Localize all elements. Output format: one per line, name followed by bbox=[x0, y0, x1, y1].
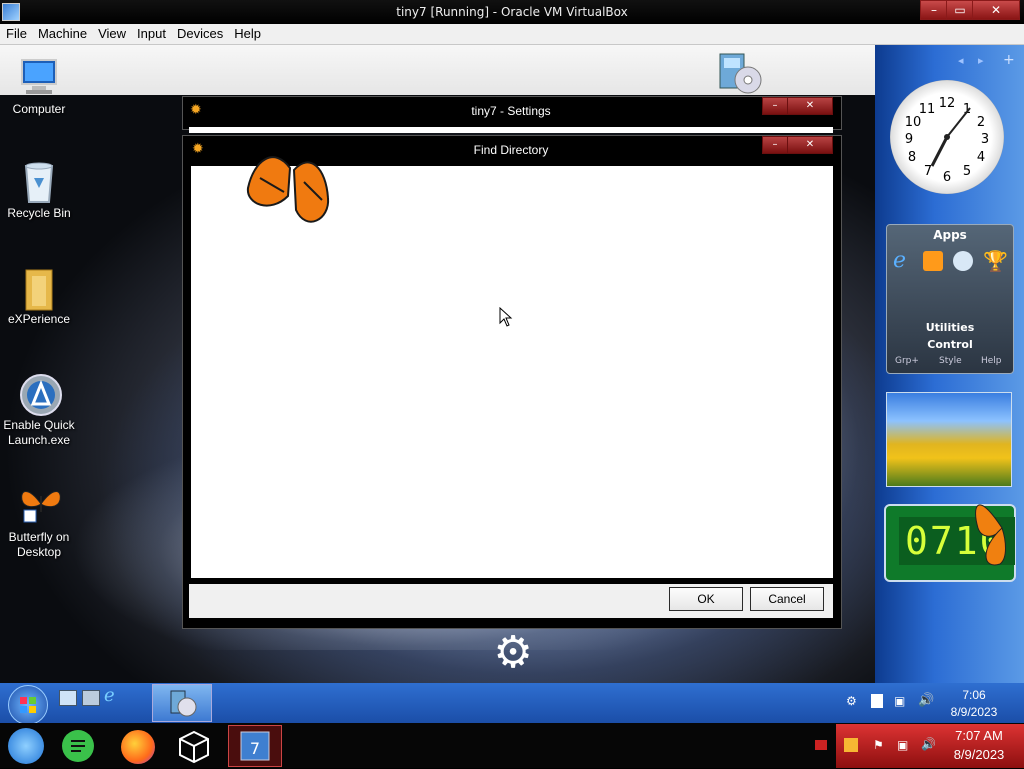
recycle-bin-icon bbox=[18, 160, 60, 203]
desktop-icon-computer[interactable]: Computer bbox=[0, 56, 78, 117]
notes-app-icon[interactable] bbox=[62, 730, 94, 762]
host-tray-flag-icon[interactable]: ⚑ bbox=[873, 738, 887, 752]
host-tray-indicator-icon[interactable] bbox=[815, 740, 827, 750]
settings-minimize-button[interactable]: – bbox=[762, 97, 788, 115]
clock-number: 9 bbox=[905, 132, 913, 147]
virtualbox-cube-icon[interactable] bbox=[176, 729, 212, 765]
start-button[interactable] bbox=[8, 685, 48, 725]
find-close-button[interactable]: ✕ bbox=[787, 136, 833, 154]
control-label[interactable]: Control bbox=[887, 338, 1013, 351]
menu-input[interactable]: Input bbox=[131, 24, 171, 41]
close-button[interactable]: ✕ bbox=[972, 0, 1020, 20]
host-vm-tiny7-button[interactable]: 7 bbox=[228, 725, 282, 767]
style-link[interactable]: Style bbox=[939, 356, 962, 366]
show-desktop-icon[interactable] bbox=[59, 690, 77, 706]
menu-view[interactable]: View bbox=[92, 24, 131, 41]
sidebar-prev-icon[interactable]: ◂ bbox=[958, 54, 964, 67]
taskbar-settings-app-button[interactable] bbox=[152, 684, 212, 722]
internet-explorer-icon[interactable]: ℯ bbox=[104, 686, 124, 706]
guest-clock-date[interactable]: 8/9/2023 bbox=[944, 705, 1004, 719]
cancel-button[interactable]: Cancel bbox=[750, 587, 824, 611]
host-menu-bar: File Machine View Input Devices Help bbox=[0, 24, 1024, 45]
svg-text:7: 7 bbox=[250, 739, 260, 758]
paint-icon[interactable] bbox=[953, 251, 973, 271]
help-link[interactable]: Help bbox=[981, 356, 1002, 366]
desktop-icon-experience[interactable]: eXPerience bbox=[0, 266, 78, 327]
butterfly-icon bbox=[18, 484, 61, 526]
menu-file[interactable]: File bbox=[0, 24, 32, 41]
clock-number: 7 bbox=[924, 164, 932, 179]
host-tray-app-icon[interactable] bbox=[844, 738, 858, 752]
apps-gadget: Apps ℯ 🏆 Utilities Control Grp+ Style He… bbox=[886, 224, 1014, 374]
desktop-icon-butterfly[interactable]: Butterfly on Desktop bbox=[0, 484, 78, 560]
switch-windows-icon[interactable] bbox=[82, 690, 100, 706]
sidebar-next-icon[interactable]: ▸ bbox=[978, 54, 984, 67]
host-clock-time[interactable]: 7:07 AM bbox=[944, 728, 1014, 743]
folder-icon bbox=[18, 266, 60, 311]
menu-machine[interactable]: Machine bbox=[32, 24, 92, 41]
internet-explorer-icon[interactable]: ℯ bbox=[893, 249, 917, 273]
menu-help[interactable]: Help bbox=[228, 24, 266, 41]
tray-network-icon[interactable]: ⚙ bbox=[846, 694, 860, 708]
utilities-label[interactable]: Utilities bbox=[887, 321, 1013, 334]
host-tray-network-icon[interactable]: ▣ bbox=[897, 738, 913, 752]
host-tray-volume-icon[interactable]: 🔊 bbox=[921, 737, 937, 751]
host-window-title: tiny7 [Running] - Oracle VM VirtualBox bbox=[396, 5, 628, 19]
host-start-icon[interactable] bbox=[8, 728, 44, 764]
butterfly-icon bbox=[240, 148, 336, 232]
clock-number: 12 bbox=[939, 96, 956, 111]
installer-cd-icon[interactable] bbox=[716, 52, 764, 94]
tray-document-icon[interactable] bbox=[871, 694, 883, 708]
desktop-icon-quick-launch[interactable]: Enable Quick Launch.exe bbox=[0, 372, 78, 448]
guest-clock-time[interactable]: 7:06 bbox=[944, 688, 1004, 702]
desktop-icon-label: eXPerience bbox=[7, 312, 71, 326]
computer-icon bbox=[18, 56, 60, 98]
grp-add-link[interactable]: Grp+ bbox=[895, 356, 919, 366]
minimize-button[interactable]: – bbox=[920, 0, 948, 20]
clock-number: 5 bbox=[963, 164, 971, 179]
ok-button[interactable]: OK bbox=[669, 587, 743, 611]
firefox-icon[interactable] bbox=[121, 730, 155, 764]
analog-clock-gadget[interactable]: 12 1 2 3 4 5 6 7 8 9 10 11 bbox=[890, 80, 1004, 194]
desktop-icon-label-line1: Butterfly on bbox=[8, 530, 70, 544]
quick-launch-icon bbox=[18, 372, 62, 416]
tray-volume-icon[interactable]: 🔊 bbox=[918, 693, 934, 708]
sidebar-add-icon[interactable]: + bbox=[1003, 52, 1015, 68]
clock-number: 2 bbox=[977, 115, 985, 130]
menu-devices[interactable]: Devices bbox=[171, 24, 228, 41]
clock-number: 8 bbox=[908, 150, 916, 165]
media-player-icon[interactable] bbox=[923, 251, 943, 271]
settings-dialog-body bbox=[189, 127, 833, 133]
find-minimize-button[interactable]: – bbox=[762, 136, 788, 154]
tray-monitor-icon[interactable]: ▣ bbox=[894, 694, 910, 708]
slideshow-gadget[interactable] bbox=[886, 392, 1012, 487]
apps-title: Apps bbox=[933, 228, 967, 242]
clock-number: 10 bbox=[905, 115, 922, 130]
desktop-icon-label-line1: Enable Quick bbox=[3, 418, 75, 432]
clock-number: 3 bbox=[981, 132, 989, 147]
settings-dialog-title: tiny7 - Settings bbox=[471, 104, 551, 118]
clock-number: 4 bbox=[977, 150, 985, 165]
settings-close-button[interactable]: ✕ bbox=[787, 97, 833, 115]
maximize-button[interactable]: ▭ bbox=[946, 0, 974, 20]
desktop-icon-recycle-bin[interactable]: Recycle Bin bbox=[0, 160, 78, 221]
desktop-icon-label-line2: Desktop bbox=[16, 545, 62, 559]
gear-icon: ⚙ bbox=[493, 627, 533, 678]
mouse-cursor-icon bbox=[499, 306, 513, 327]
host-clock-date[interactable]: 8/9/2023 bbox=[944, 747, 1014, 762]
clock-number: 6 bbox=[943, 170, 951, 185]
clock-number: 11 bbox=[919, 102, 936, 117]
trophy-icon[interactable]: 🏆 bbox=[983, 249, 1008, 273]
desktop-icon-label: Recycle Bin bbox=[7, 206, 71, 220]
desktop-icon-label-line2: Launch.exe bbox=[7, 433, 71, 447]
desktop-icon-label: Computer bbox=[12, 102, 66, 116]
butterfly-icon bbox=[972, 478, 1024, 578]
